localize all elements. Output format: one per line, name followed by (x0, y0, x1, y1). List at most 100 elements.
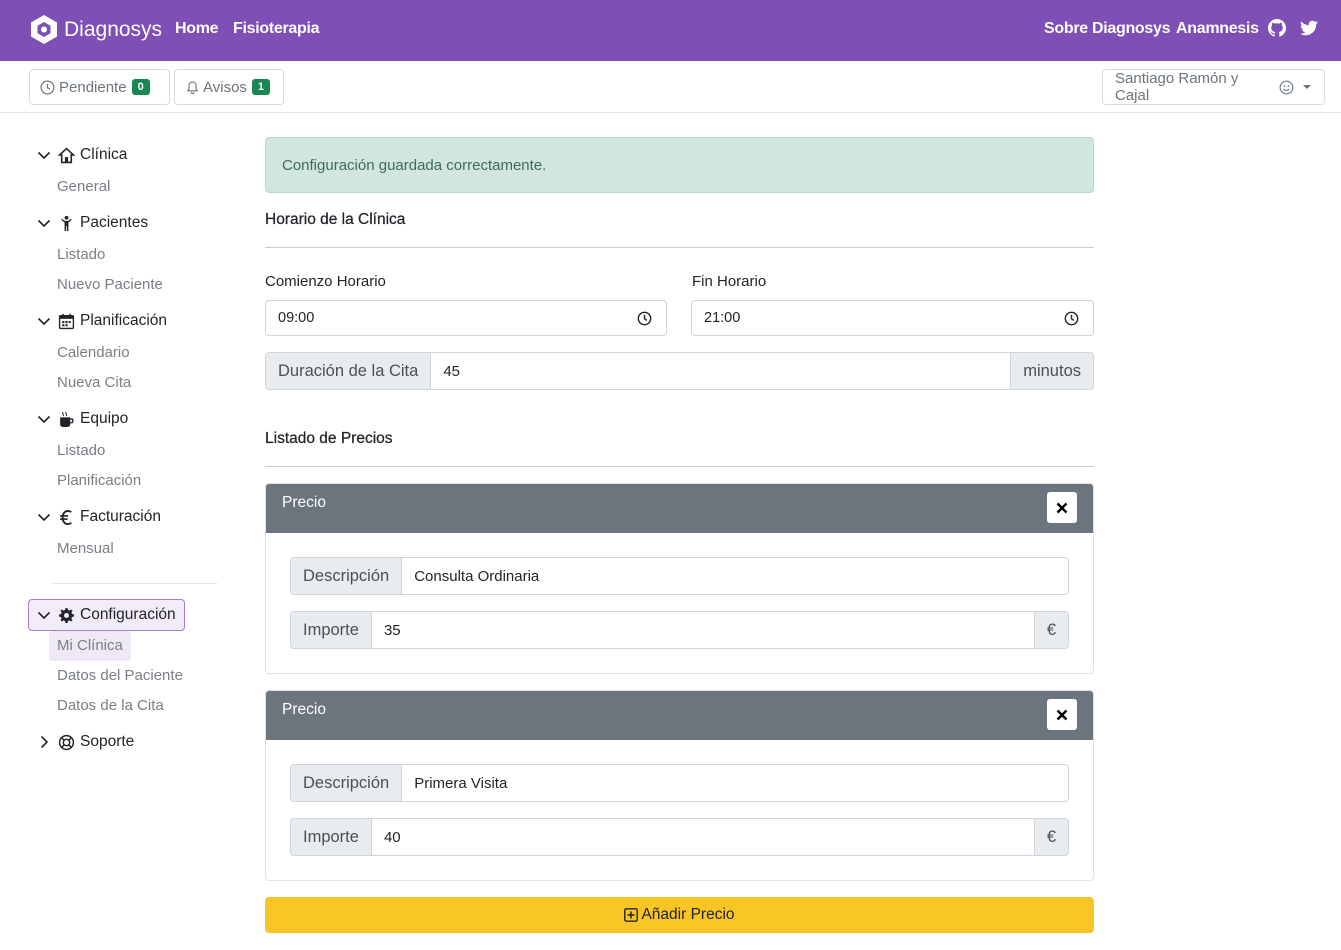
sidebar-section-equipo[interactable]: Equipo (36, 410, 128, 428)
chevron-down-icon (37, 611, 51, 620)
github-icon[interactable] (1268, 19, 1286, 37)
nav-sobre-diagnosys[interactable]: Sobre Diagnosys (1044, 20, 1171, 38)
sidebar-item-nueva-cita[interactable]: Nueva Cita (57, 374, 131, 391)
pending-button[interactable]: Pendiente 0 (29, 69, 170, 105)
success-alert: Configuración guardada correctamente. (265, 137, 1094, 193)
chevron-down-icon (37, 317, 51, 326)
price-card-header: Precio (266, 484, 1093, 533)
amount-label: Importe (291, 612, 372, 648)
sidebar-item-mi-clinica[interactable]: Mi Clínica (57, 637, 123, 654)
duration-unit: minutos (1010, 353, 1093, 389)
alerts-label: Avisos (203, 78, 247, 96)
sidebar-item-datos-cita[interactable]: Datos de la Cita (57, 697, 164, 714)
top-navbar: Diagnosys Home Fisioterapia Sobre Diagno… (0, 0, 1341, 61)
nav-anamnesis[interactable]: Anamnesis (1176, 20, 1259, 38)
euro-icon (60, 509, 72, 525)
sidebar-item-general[interactable]: General (57, 178, 110, 195)
sidebar-section-label: Planificación (80, 312, 168, 329)
chevron-down-icon (37, 513, 51, 522)
sidebar-item-nuevo-paciente[interactable]: Nuevo Paciente (57, 276, 163, 293)
price-card-title: Precio (282, 701, 326, 718)
hexagon-logo-icon (31, 15, 57, 44)
sidebar-item-listado-pacientes[interactable]: Listado (57, 246, 105, 263)
sidebar-item-listado-equipo[interactable]: Listado (57, 442, 105, 459)
schedule-heading: Horario de la Clínica (265, 211, 406, 228)
sidebar-item-planificacion-equipo[interactable]: Planificación (57, 472, 141, 489)
start-time-value: 09:00 (278, 310, 315, 326)
pending-label: Pendiente (59, 78, 127, 96)
description-input[interactable]: Consulta Ordinaria (402, 558, 1068, 594)
duration-input[interactable]: 45 (431, 353, 1010, 389)
amount-input-group: Importe 35 € (290, 611, 1069, 649)
calendar-icon (58, 313, 75, 329)
sidebar-section-facturacion[interactable]: Facturación (36, 508, 161, 526)
person-icon (61, 215, 72, 231)
remove-price-button[interactable] (1047, 699, 1077, 730)
currency-label: € (1033, 612, 1068, 648)
currency-label: € (1033, 819, 1068, 855)
sidebar-section-configuracion[interactable]: Configuración (36, 606, 176, 624)
sidebar-divider (53, 583, 217, 584)
start-time-input[interactable]: 09:00 (265, 300, 667, 336)
chevron-down-icon (37, 151, 51, 160)
brand-name: Diagnosys (64, 17, 163, 41)
end-time-value: 21:00 (704, 310, 741, 326)
amount-input[interactable]: 40 (372, 819, 1034, 855)
clock-icon[interactable] (1064, 311, 1079, 326)
sidebar-item-calendario[interactable]: Calendario (57, 344, 130, 361)
price-card-title: Precio (282, 494, 326, 511)
close-icon (1056, 709, 1068, 720)
duration-input-group: Duración de la Cita 45 minutos (265, 352, 1094, 390)
amount-input-group: Importe 40 € (290, 818, 1069, 856)
sidebar-section-planificacion[interactable]: Planificación (36, 312, 167, 330)
sidebar-section-soporte[interactable]: Soporte (36, 733, 134, 751)
twitter-icon[interactable] (1300, 19, 1318, 37)
nav-fisioterapia[interactable]: Fisioterapia (233, 20, 320, 38)
caret-down-icon (1303, 85, 1312, 89)
sidebar-section-label: Facturación (80, 508, 161, 525)
remove-price-button[interactable] (1047, 492, 1077, 523)
price-card: Precio Descripción Consulta Ordinaria Im… (265, 483, 1094, 674)
end-time-input[interactable]: 21:00 (691, 300, 1094, 336)
prices-heading: Listado de Precios (265, 430, 393, 447)
user-menu-button[interactable]: Santiago Ramón y Cajal (1102, 69, 1325, 105)
nav-home[interactable]: Home (175, 20, 219, 38)
amount-input[interactable]: 35 (372, 612, 1034, 648)
sidebar-section-label: Clínica (80, 146, 128, 163)
lifebuoy-icon (58, 734, 75, 750)
pending-count-badge: 0 (131, 79, 150, 95)
close-icon (1056, 502, 1068, 513)
cup-icon (60, 411, 74, 427)
sidebar-section-label: Pacientes (80, 214, 149, 231)
description-label: Descripción (291, 558, 403, 594)
sidebar-section-pacientes[interactable]: Pacientes (36, 214, 148, 232)
bell-icon (186, 80, 199, 94)
sidebar-item-datos-paciente[interactable]: Datos del Paciente (57, 667, 183, 684)
sidebar-item-mensual[interactable]: Mensual (57, 540, 114, 557)
description-input-group: Descripción Consulta Ordinaria (290, 557, 1069, 595)
add-price-label: Añadir Precio (641, 906, 735, 923)
smile-icon (1279, 80, 1294, 94)
sidebar-section-clinica[interactable]: Clínica (36, 146, 127, 164)
amount-label: Importe (291, 819, 372, 855)
gear-icon (59, 607, 74, 623)
duration-label: Duración de la Cita (266, 353, 432, 389)
sidebar-section-label: Equipo (80, 410, 129, 427)
start-time-label: Comienzo Horario (265, 273, 386, 290)
description-input[interactable]: Primera Visita (402, 765, 1068, 801)
brand[interactable]: Diagnosys (30, 14, 162, 45)
prices-divider (265, 466, 1094, 467)
home-icon (58, 147, 75, 163)
add-price-button[interactable]: Añadir Precio (265, 897, 1094, 933)
chevron-down-icon (37, 415, 51, 424)
user-name: Santiago Ramón y Cajal (1115, 70, 1239, 104)
alerts-button[interactable]: Avisos 1 (174, 69, 284, 105)
chevron-down-icon (37, 219, 51, 228)
clock-icon (40, 80, 55, 94)
alerts-count-badge: 1 (251, 79, 271, 95)
chevron-right-icon (40, 735, 49, 749)
description-input-group: Descripción Primera Visita (290, 764, 1069, 802)
schedule-divider (265, 247, 1094, 248)
sidebar-section-label: Configuración (80, 606, 176, 623)
clock-icon[interactable] (637, 311, 652, 326)
